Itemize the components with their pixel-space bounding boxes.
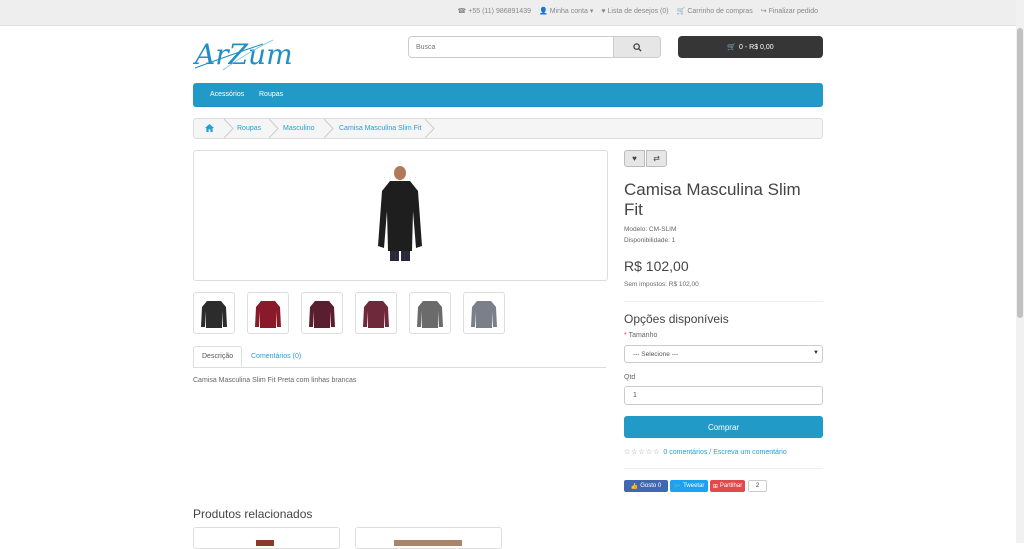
cart-link[interactable]: 🛒 Carrinho de compras	[676, 7, 753, 16]
top-links: ☎ +55 (11) 986891439 👤 Minha conta ▾ ♥ L…	[457, 7, 818, 16]
share-label: Partilhar	[719, 483, 743, 489]
qty-label: Qtd	[624, 374, 636, 381]
related-products-heading: Produtos relacionados	[193, 507, 313, 521]
share-button[interactable]: ⊞ Partilhar	[710, 480, 745, 492]
cart-text: Carrinho de compras	[687, 7, 753, 15]
checkout-text: Finalizar pedido	[768, 7, 818, 15]
top-bar: ☎ +55 (11) 986891439 👤 Minha conta ▾ ♥ L…	[0, 0, 1024, 26]
breadcrumb-item[interactable]: Camisa Masculina Slim Fit	[339, 125, 421, 132]
user-icon: 👤	[538, 8, 548, 15]
wishlist-link[interactable]: ♥ Lista de desejos (0)	[601, 7, 668, 15]
account-dropdown[interactable]: 👤 Minha conta ▾	[538, 7, 594, 16]
heart-icon: ♥	[632, 154, 637, 163]
rating-stars-icon: ☆☆☆☆☆	[624, 449, 661, 456]
account-text: Minha conta	[549, 7, 588, 15]
size-label: * Tamanho	[624, 332, 658, 339]
product-model: Modelo: CM-SLIM	[624, 226, 677, 233]
options-heading: Opções disponíveis	[624, 312, 729, 326]
size-select[interactable]: --- Selecione --- ▼	[624, 345, 823, 363]
scrollbar-thumb[interactable]	[1017, 28, 1023, 318]
related-product-card[interactable]	[355, 527, 502, 549]
select-arrow-icon: ▼	[813, 350, 819, 356]
phone-link[interactable]: ☎ +55 (11) 986891439	[457, 7, 531, 16]
divider	[624, 301, 823, 302]
product-thumbnail[interactable]	[301, 292, 343, 334]
tab-description[interactable]: Descrição	[193, 346, 243, 367]
product-availability: Disponibilidade: 1	[624, 237, 676, 244]
product-thumbnail[interactable]	[247, 292, 289, 334]
search-icon	[632, 42, 642, 52]
exchange-icon: ⇄	[653, 154, 660, 163]
facebook-like-button[interactable]: 👍 Gosto 0	[624, 480, 668, 492]
tweet-label: Tweetar	[683, 483, 705, 489]
product-thumbnail[interactable]	[193, 292, 235, 334]
logo-graphic: ArZum	[192, 38, 293, 71]
breadcrumb-item[interactable]: Roupas	[237, 125, 261, 132]
cart-button[interactable]: 🛒 0 - R$ 0,00	[678, 36, 823, 58]
plus-icon: ⊞	[712, 483, 718, 490]
twitter-icon: 🐦	[673, 483, 682, 490]
size-select-value: --- Selecione ---	[633, 351, 679, 358]
cart-icon: 🛒	[727, 44, 737, 51]
search-button[interactable]	[613, 36, 661, 58]
shopping-cart-icon: 🛒	[676, 8, 686, 15]
phone-text: +55 (11) 986891439	[468, 7, 531, 15]
product-thumbnail[interactable]	[463, 292, 505, 334]
heart-icon: ♥	[601, 7, 606, 15]
size-label-text: Tamanho	[628, 332, 658, 339]
cart-total: 0 - R$ 0,00	[739, 43, 774, 51]
checkout-link[interactable]: ↪ Finalizar pedido	[760, 7, 818, 16]
product-title: Camisa Masculina Slim Fit	[624, 180, 801, 219]
search-bar	[408, 36, 661, 58]
product-thumbnail[interactable]	[355, 292, 397, 334]
share-icon: ↪	[760, 8, 767, 15]
logo-text: ArZum	[193, 38, 293, 71]
add-to-wishlist-button[interactable]: ♥	[624, 150, 645, 167]
search-input[interactable]	[408, 36, 614, 58]
product-thumbnail[interactable]	[409, 292, 451, 334]
related-product-card[interactable]	[193, 527, 340, 549]
tab-reviews[interactable]: Comentários (0)	[243, 346, 309, 367]
tweet-button[interactable]: 🐦 Tweetar	[670, 480, 708, 492]
quantity-input[interactable]: 1	[624, 386, 823, 405]
product-tabs: Descrição Comentários (0)	[193, 346, 606, 368]
reviews-link[interactable]: 0 comentários / Escreva um comentário	[663, 449, 786, 456]
menu-item-accessories[interactable]: Acessórios	[210, 91, 244, 98]
thumbs-up-icon: 👍	[630, 483, 639, 490]
store-logo[interactable]: ArZum	[192, 34, 303, 74]
phone-icon: ☎	[457, 8, 467, 15]
price-ex-tax: Sem impostos: R$ 102,00	[624, 281, 699, 288]
menu-item-clothes[interactable]: Roupas	[259, 91, 283, 98]
product-price: R$ 102,00	[624, 258, 689, 274]
wishlist-text: Lista de desejos (0)	[607, 7, 669, 15]
main-menu: Acessórios Roupas	[193, 83, 823, 107]
divider	[624, 468, 823, 469]
review-summary: ☆☆☆☆☆ 0 comentários / Escreva um comentá…	[624, 448, 787, 457]
buy-button[interactable]: Comprar	[624, 416, 823, 438]
shirt-model-image	[378, 166, 422, 261]
like-label: Gosto 0	[640, 483, 662, 489]
breadcrumb-item[interactable]: Masculino	[283, 125, 315, 132]
breadcrumb: Roupas Masculino Camisa Masculina Slim F…	[193, 118, 823, 139]
home-icon[interactable]	[205, 124, 214, 134]
product-description: Camisa Masculina Slim Fit Preta com linh…	[193, 377, 357, 384]
main-product-image[interactable]	[193, 150, 608, 281]
compare-button[interactable]: ⇄	[646, 150, 667, 167]
caret-down-icon: ▾	[589, 8, 594, 15]
share-count: 2	[748, 480, 767, 492]
